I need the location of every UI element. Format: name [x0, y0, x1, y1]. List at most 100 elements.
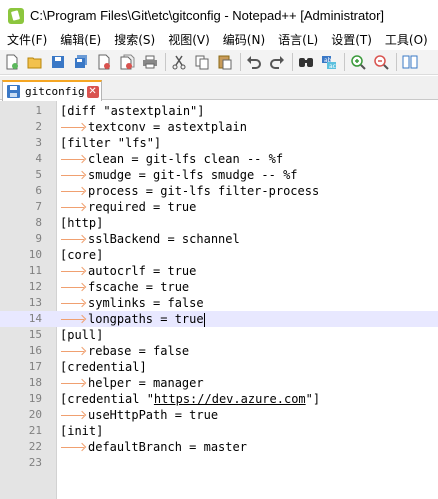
code-text: textconv = astextplain: [60, 119, 247, 135]
code-content: [core]: [60, 248, 104, 262]
code-line[interactable]: 13 symlinks = false: [0, 295, 438, 311]
code-line[interactable]: 15 [pull]: [0, 327, 438, 343]
paste-icon[interactable]: [216, 53, 234, 71]
code-line[interactable]: 20 useHttpPath = true: [0, 407, 438, 423]
code-line[interactable]: 1 [diff "astextplain"]: [0, 103, 438, 119]
code-line[interactable]: 10 [core]: [0, 247, 438, 263]
line-number: 16: [28, 344, 42, 357]
code-text: process = git-lfs filter-process: [60, 183, 319, 199]
url-link[interactable]: https://dev.azure.com: [154, 392, 306, 406]
save-all-icon[interactable]: [72, 53, 90, 71]
code-line[interactable]: 21 [init]: [0, 423, 438, 439]
notepadpp-app-icon[interactable]: [8, 7, 24, 24]
menu-tools[interactable]: 工具(O): [378, 31, 434, 50]
code-content: sslBackend = schannel: [88, 232, 240, 246]
tab-arrow-icon: [60, 119, 88, 135]
code-line[interactable]: 6 process = git-lfs filter-process: [0, 183, 438, 199]
tab-arrow-icon: [60, 439, 88, 455]
print-icon[interactable]: [141, 53, 159, 71]
code-text: helper = manager: [60, 375, 204, 391]
code-line[interactable]: 23: [0, 455, 438, 471]
zoom-out-icon[interactable]: [372, 53, 390, 71]
line-number: 3: [35, 136, 42, 149]
code-line[interactable]: 5 smudge = git-lfs smudge -- %f: [0, 167, 438, 183]
code-line[interactable]: 17 [credential]: [0, 359, 438, 375]
code-content: longpaths = true: [88, 312, 204, 326]
code-line[interactable]: 12 fscache = true: [0, 279, 438, 295]
window-title: C:\Program Files\Git\etc\gitconfig - Not…: [30, 8, 385, 23]
tab-arrow-icon: [60, 167, 88, 183]
line-number: 8: [35, 216, 42, 229]
tab-arrow-icon: [60, 295, 88, 311]
code-line[interactable]: 11 autocrlf = true: [0, 263, 438, 279]
code-lines: 1 [diff "astextplain"] 2 textconv = astextp…: [0, 103, 438, 471]
svg-text:ac: ac: [329, 63, 336, 70]
tab-arrow-icon: [60, 231, 88, 247]
save-icon[interactable]: [49, 53, 67, 71]
menu-language[interactable]: 语言(L): [271, 31, 324, 50]
code-line[interactable]: 4 clean = git-lfs clean -- %f: [0, 151, 438, 167]
menu-bar: 文件(F) 编辑(E) 搜索(S) 视图(V) 编码(N) 语言(L) 设置(T…: [0, 31, 438, 50]
zoom-in-icon[interactable]: [349, 53, 367, 71]
code-text: fscache = true: [60, 279, 189, 295]
code-line[interactable]: 9 sslBackend = schannel: [0, 231, 438, 247]
code-line[interactable]: 8 [http]: [0, 215, 438, 231]
editor-area[interactable]: 1 [diff "astextplain"] 2 textconv = astextp…: [0, 101, 438, 499]
code-content: rebase = false: [88, 344, 190, 358]
copy-icon[interactable]: [193, 53, 211, 71]
code-text: symlinks = false: [60, 295, 204, 311]
code-line[interactable]: 3 [filter "lfs"]: [0, 135, 438, 151]
cut-icon[interactable]: [170, 53, 188, 71]
saved-file-icon: [7, 85, 20, 98]
line-number: 18: [28, 376, 42, 389]
menu-encoding[interactable]: 编码(N): [216, 31, 271, 50]
tab-close-icon[interactable]: ✕: [86, 85, 99, 98]
line-number: 11: [28, 264, 42, 277]
code-line[interactable]: 2 textconv = astextplain: [0, 119, 438, 135]
tab-arrow-icon: [60, 375, 88, 391]
close-icon[interactable]: [95, 53, 113, 71]
code-text: useHttpPath = true: [60, 407, 218, 423]
line-number: 22: [28, 440, 42, 453]
tab-arrow-icon: [60, 263, 88, 279]
line-number: 21: [28, 424, 42, 437]
replace-icon[interactable]: ab ac: [320, 53, 338, 71]
find-icon[interactable]: [297, 53, 315, 71]
menu-settings[interactable]: 设置(T): [324, 31, 378, 50]
code-content: [init]: [60, 424, 104, 438]
code-text: rebase = false: [60, 343, 189, 359]
tab-label: gitconfig: [25, 85, 85, 98]
code-line[interactable]: 22 defaultBranch = master: [0, 439, 438, 455]
code-text: longpaths = true: [60, 311, 205, 327]
code-line[interactable]: 7 required = true: [0, 199, 438, 215]
line-number: 4: [35, 152, 42, 165]
new-file-icon[interactable]: [3, 53, 21, 71]
menu-edit[interactable]: 编辑(E): [53, 31, 107, 50]
code-content: helper = manager: [88, 376, 204, 390]
undo-icon[interactable]: [245, 53, 263, 71]
code-content: [credential]: [60, 360, 147, 374]
code-text: [credential "https://dev.azure.com"]: [60, 391, 320, 407]
line-number: 12: [28, 280, 42, 293]
open-file-icon[interactable]: [26, 53, 44, 71]
menu-view[interactable]: 视图(V): [161, 31, 216, 50]
code-line[interactable]: 18 helper = manager: [0, 375, 438, 391]
line-number: 19: [28, 392, 42, 405]
sync-scroll-icon[interactable]: [401, 53, 419, 71]
line-number: 6: [35, 184, 42, 197]
line-number: 5: [35, 168, 42, 181]
line-number: 9: [35, 232, 42, 245]
code-content: [filter "lfs"]: [60, 136, 162, 150]
redo-icon[interactable]: [268, 53, 286, 71]
menu-file[interactable]: 文件(F): [0, 31, 53, 50]
code-line[interactable]: 19 [credential "https://dev.azure.com"]: [0, 391, 438, 407]
tab-arrow-icon: [60, 151, 88, 167]
code-content: fscache = true: [88, 280, 190, 294]
code-line[interactable]: 16 rebase = false: [0, 343, 438, 359]
code-line[interactable]: 14 longpaths = true: [0, 311, 438, 327]
menu-search[interactable]: 搜索(S): [107, 31, 161, 50]
code-content: [pull]: [60, 328, 104, 342]
close-all-icon[interactable]: [118, 53, 136, 71]
code-content: useHttpPath = true: [88, 408, 219, 422]
tab-gitconfig[interactable]: gitconfig ✕: [2, 80, 102, 101]
